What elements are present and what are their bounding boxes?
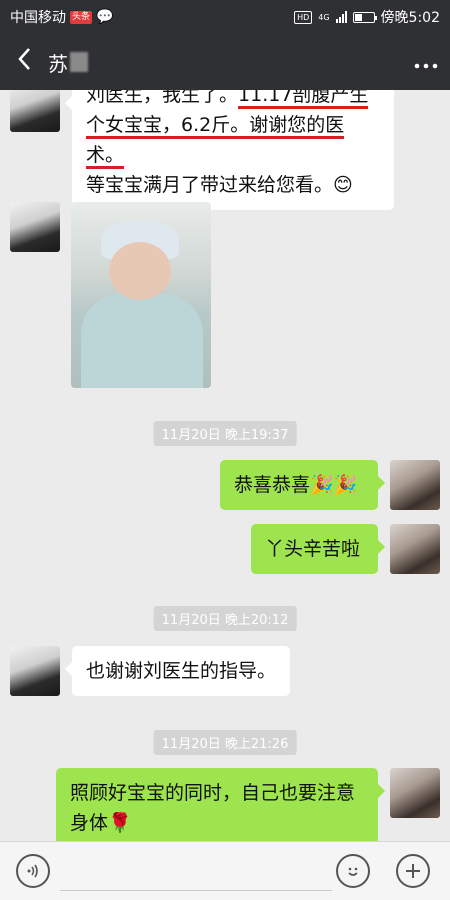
message-text: 照顾好宝宝的同时，自己也要注意 [70, 782, 356, 804]
redacted-name [70, 52, 88, 72]
my-avatar[interactable] [390, 460, 440, 510]
hd-indicator: HD [294, 10, 313, 24]
message-text: 身体🌹 [70, 812, 132, 834]
timestamp: 11月20日 晚上20:12 [153, 606, 297, 631]
timestamp: 11月20日 晚上19:37 [153, 421, 297, 446]
clock: 傍晚5:02 [380, 10, 440, 26]
newborn-baby-photo[interactable] [71, 202, 211, 388]
network-type: 4G [318, 12, 330, 22]
contact-avatar[interactable] [10, 202, 60, 252]
battery-icon [352, 11, 377, 23]
plus-icon[interactable] [396, 854, 430, 888]
highlighted-text: 个女宝宝，6.2斤。 [86, 114, 250, 139]
contact-name: 苏 [48, 48, 88, 77]
emoji-icon[interactable] [336, 854, 370, 888]
input-bar [0, 841, 450, 900]
voice-icon[interactable] [16, 854, 50, 888]
message-bubble-right[interactable]: 照顾好宝宝的同时，自己也要注意 身体🌹 [56, 768, 385, 841]
contact-avatar[interactable] [10, 90, 60, 132]
more-dots-icon[interactable] [402, 50, 450, 75]
my-avatar[interactable] [390, 768, 440, 818]
chevron-left-icon[interactable] [0, 34, 48, 90]
message-bubble-right[interactable]: 恭喜恭喜🎉🎉 [220, 460, 385, 510]
status-bar: 中国移动 头条 💬 HD 4G 傍晚5:02 [0, 0, 450, 34]
chat-area[interactable]: 刘医生，我生了。11.17剖腹产生 个女宝宝，6.2斤。谢谢您的医术。 等宝宝满… [0, 90, 450, 841]
my-avatar[interactable] [390, 524, 440, 574]
highlighted-text: 11.17剖腹产生 [238, 90, 369, 109]
chat-header: 苏 [0, 34, 450, 90]
message-notification-icon: 💬 [96, 9, 114, 25]
signal-icon [335, 11, 347, 23]
message-bubble-left[interactable]: 也谢谢刘医生的指导。 [65, 646, 290, 696]
carrier-label: 中国移动 [10, 10, 66, 26]
contact-avatar[interactable] [10, 646, 60, 696]
message-bubble-left[interactable]: 刘医生，我生了。11.17剖腹产生 个女宝宝，6.2斤。谢谢您的医术。 等宝宝满… [65, 90, 394, 210]
message-text: 刘医生，我生了。 [86, 90, 239, 106]
toutiao-badge: 头条 [70, 10, 93, 24]
message-text: 等宝宝满月了带过来给您看。😊 [86, 174, 353, 196]
message-bubble-right[interactable]: 丫头辛苦啦 [251, 524, 385, 574]
timestamp: 11月20日 晚上21:26 [153, 730, 297, 755]
message-input[interactable] [60, 854, 332, 891]
